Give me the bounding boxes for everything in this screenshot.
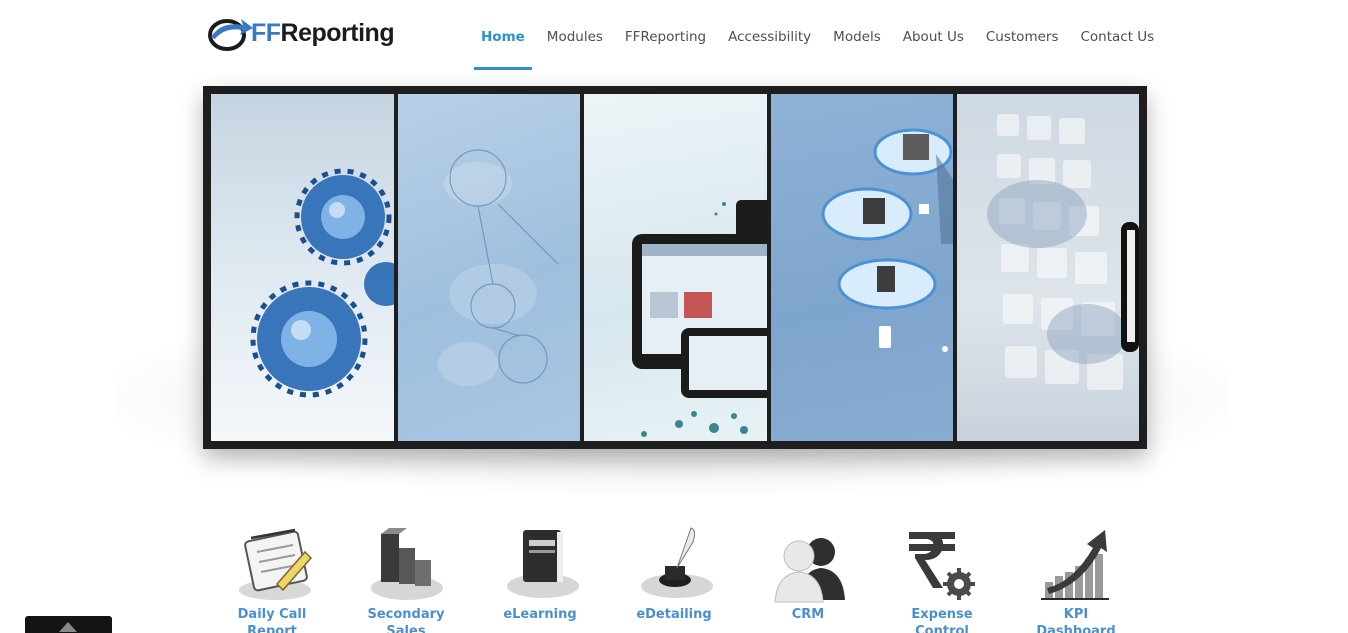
slider-panel-map[interactable] — [398, 94, 580, 441]
logo-text: FFReporting — [251, 18, 395, 47]
rupee-gear-icon — [899, 522, 985, 604]
nav-customers[interactable]: Customers — [975, 0, 1070, 72]
site-logo[interactable]: FFReporting — [207, 12, 395, 54]
nav-ffreporting[interactable]: FFReporting — [614, 0, 717, 72]
logo-arrow-icon — [207, 15, 253, 51]
quill-ink-icon — [631, 522, 717, 604]
main-nav: Home Modules FFReporting Accessibility M… — [470, 0, 1165, 72]
module-edetailing[interactable]: eDetailing — [607, 522, 741, 633]
nav-models[interactable]: Models — [822, 0, 892, 72]
growth-chart-icon — [1033, 522, 1119, 604]
world-map-icon — [438, 149, 559, 386]
slider-panel-devices[interactable] — [584, 94, 767, 441]
module-label: Daily Call Report — [237, 607, 307, 633]
slider-panel-grid[interactable] — [957, 94, 1139, 441]
module-list: Daily Call Report Secondary Sales eLearn… — [205, 522, 1145, 633]
book-icon — [497, 522, 583, 604]
module-label: Secondary Sales — [367, 607, 445, 633]
module-label: KPI Dashboard — [1036, 607, 1116, 633]
module-label: eLearning — [503, 607, 577, 622]
module-label: Expense Control — [911, 607, 973, 633]
nav-about-us[interactable]: About Us — [892, 0, 975, 72]
module-elearning[interactable]: eLearning — [473, 522, 607, 633]
module-kpi-dashboard[interactable]: KPI Dashboard — [1009, 522, 1143, 633]
hero-slider[interactable] — [203, 86, 1147, 449]
module-label: CRM — [791, 607, 825, 622]
module-secondary-sales[interactable]: Secondary Sales — [339, 522, 473, 633]
nav-modules[interactable]: Modules — [536, 0, 614, 72]
slider-panel-cloud[interactable] — [771, 94, 953, 441]
module-label: eDetailing — [636, 607, 712, 622]
map-tiles-icon — [987, 114, 1139, 390]
gear-globe-icon — [250, 168, 394, 398]
module-expense-control[interactable]: Expense Control — [875, 522, 1009, 633]
chevron-up-icon — [59, 622, 77, 632]
slider-panel-gears[interactable] — [211, 94, 394, 441]
nav-accessibility[interactable]: Accessibility — [717, 0, 822, 72]
bar-blocks-icon — [363, 522, 449, 604]
cloud-devices-icon — [821, 128, 953, 352]
bottom-corner-tab[interactable] — [25, 616, 112, 633]
module-crm[interactable]: CRM — [741, 522, 875, 633]
nav-home[interactable]: Home — [470, 0, 536, 72]
people-icon — [765, 522, 851, 604]
notepad-icon — [229, 522, 315, 604]
module-daily-call-report[interactable]: Daily Call Report — [205, 522, 339, 633]
tablet-phone-icon — [632, 200, 767, 437]
nav-contact-us[interactable]: Contact Us — [1069, 0, 1165, 72]
